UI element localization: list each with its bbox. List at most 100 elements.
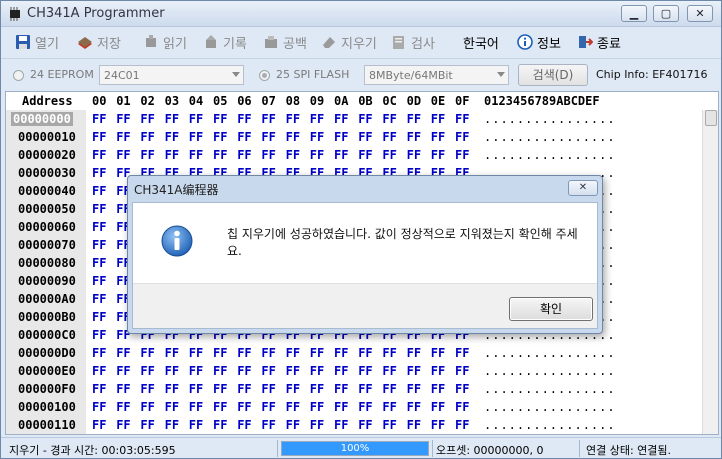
hex-byte[interactable]: FF — [358, 130, 372, 144]
read-button[interactable]: 읽기 — [143, 32, 187, 52]
verify-button[interactable]: 검사 — [391, 32, 435, 52]
hex-byte[interactable]: FF — [286, 346, 300, 360]
hex-byte[interactable]: FF — [213, 112, 227, 126]
hex-byte[interactable]: FF — [237, 346, 251, 360]
hex-byte[interactable]: FF — [261, 346, 275, 360]
hex-byte[interactable]: FF — [407, 130, 421, 144]
hex-byte[interactable]: FF — [237, 148, 251, 162]
hex-byte[interactable]: FF — [92, 148, 106, 162]
hex-byte[interactable]: FF — [116, 112, 130, 126]
hex-byte[interactable]: FF — [92, 238, 106, 252]
hex-byte[interactable]: FF — [213, 130, 227, 144]
hex-byte[interactable]: FF — [455, 418, 469, 432]
hex-byte[interactable]: FF — [116, 382, 130, 396]
hex-byte[interactable]: FF — [116, 400, 130, 414]
hex-byte[interactable]: FF — [237, 130, 251, 144]
hex-byte[interactable]: FF — [92, 364, 106, 378]
hex-byte[interactable]: FF — [310, 418, 324, 432]
hex-byte[interactable]: FF — [140, 148, 154, 162]
hex-byte[interactable]: FF — [140, 130, 154, 144]
hex-byte[interactable]: FF — [261, 148, 275, 162]
hex-byte[interactable]: FF — [213, 382, 227, 396]
hex-byte[interactable]: FF — [407, 418, 421, 432]
hex-byte[interactable]: FF — [165, 346, 179, 360]
hex-byte[interactable]: FF — [310, 130, 324, 144]
hex-byte[interactable]: FF — [116, 130, 130, 144]
hex-byte[interactable]: FF — [165, 130, 179, 144]
hex-byte[interactable]: FF — [407, 400, 421, 414]
hex-byte[interactable]: FF — [189, 382, 203, 396]
hex-byte[interactable]: FF — [165, 400, 179, 414]
hex-byte[interactable]: FF — [92, 112, 106, 126]
hex-byte[interactable]: FF — [358, 112, 372, 126]
exit-button[interactable]: 종료 — [577, 32, 621, 52]
hex-byte[interactable]: FF — [455, 112, 469, 126]
hex-byte[interactable]: FF — [310, 346, 324, 360]
hex-byte[interactable]: FF — [165, 418, 179, 432]
hex-byte[interactable]: FF — [92, 184, 106, 198]
hex-byte[interactable]: FF — [189, 130, 203, 144]
hex-byte[interactable]: FF — [140, 418, 154, 432]
hex-byte[interactable]: FF — [140, 364, 154, 378]
title-bar[interactable]: CH341A Programmer ▁ ▢ ✕ — [1, 1, 721, 27]
spi-flash-radio[interactable] — [259, 70, 270, 81]
write-button[interactable]: 기록 — [203, 32, 247, 52]
hex-byte[interactable]: FF — [165, 112, 179, 126]
hex-byte[interactable]: FF — [213, 148, 227, 162]
hex-row[interactable]: 00000100 FF FF FF FF FF FF FF FF FF FF FF FF FF FF FF FF… — [6, 398, 718, 416]
hex-byte[interactable]: FF — [165, 364, 179, 378]
hex-byte[interactable]: FF — [310, 400, 324, 414]
hex-byte[interactable]: FF — [310, 364, 324, 378]
hex-byte[interactable]: FF — [92, 130, 106, 144]
minimize-button[interactable]: ▁ — [621, 5, 647, 22]
hex-byte[interactable]: FF — [213, 400, 227, 414]
hex-row[interactable]: 000000E0 FF FF FF FF FF FF FF FF FF FF FF FF FF FF FF FF… — [6, 362, 718, 380]
hex-byte[interactable]: FF — [140, 382, 154, 396]
hex-byte[interactable]: FF — [334, 346, 348, 360]
hex-byte[interactable]: FF — [286, 418, 300, 432]
hex-byte[interactable]: FF — [334, 112, 348, 126]
ok-button[interactable]: 확인 — [509, 297, 593, 321]
hex-byte[interactable]: FF — [310, 148, 324, 162]
hex-row[interactable]: 000000F0 FF FF FF FF FF FF FF FF FF FF FF FF FF FF FF FF… — [6, 380, 718, 398]
hex-byte[interactable]: FF — [455, 346, 469, 360]
hex-row[interactable]: 00000000 FF FF FF FF FF FF FF FF FF FF FF FF FF FF FF FF… — [6, 110, 718, 128]
hex-byte[interactable]: FF — [92, 202, 106, 216]
language-button[interactable]: 한국어 — [463, 32, 499, 52]
hex-byte[interactable]: FF — [382, 364, 396, 378]
hex-byte[interactable]: FF — [92, 328, 106, 342]
maximize-button[interactable]: ▢ — [653, 5, 679, 22]
hex-row[interactable]: 00000110 FF FF FF FF FF FF FF FF FF FF FF FF FF FF FF FF… — [6, 416, 718, 434]
hex-byte[interactable]: FF — [431, 112, 445, 126]
hex-byte[interactable]: FF — [334, 418, 348, 432]
spi-flash-select[interactable]: 8MByte/64MBit — [364, 65, 509, 85]
hex-byte[interactable]: FF — [286, 148, 300, 162]
hex-byte[interactable]: FF — [286, 382, 300, 396]
hex-byte[interactable]: FF — [213, 346, 227, 360]
hex-byte[interactable]: FF — [92, 292, 106, 306]
hex-byte[interactable]: FF — [92, 166, 106, 180]
hex-byte[interactable]: FF — [310, 112, 324, 126]
hex-byte[interactable]: FF — [407, 346, 421, 360]
dialog-close-button[interactable]: ✕ — [568, 180, 598, 196]
hex-byte[interactable]: FF — [189, 148, 203, 162]
hex-byte[interactable]: FF — [382, 418, 396, 432]
hex-byte[interactable]: FF — [189, 364, 203, 378]
hex-byte[interactable]: FF — [140, 400, 154, 414]
close-button[interactable]: ✕ — [687, 5, 713, 22]
eeprom-select[interactable]: 24C01 — [99, 65, 244, 85]
hex-byte[interactable]: FF — [407, 382, 421, 396]
hex-byte[interactable]: FF — [455, 364, 469, 378]
hex-byte[interactable]: FF — [431, 382, 445, 396]
hex-byte[interactable]: FF — [116, 148, 130, 162]
save-button[interactable]: 저장 — [77, 32, 121, 52]
hex-byte[interactable]: FF — [237, 364, 251, 378]
hex-byte[interactable]: FF — [382, 112, 396, 126]
hex-byte[interactable]: FF — [286, 400, 300, 414]
hex-byte[interactable]: FF — [92, 418, 106, 432]
hex-byte[interactable]: FF — [213, 418, 227, 432]
hex-byte[interactable]: FF — [431, 346, 445, 360]
hex-byte[interactable]: FF — [334, 130, 348, 144]
hex-byte[interactable]: FF — [92, 400, 106, 414]
hex-byte[interactable]: FF — [261, 382, 275, 396]
